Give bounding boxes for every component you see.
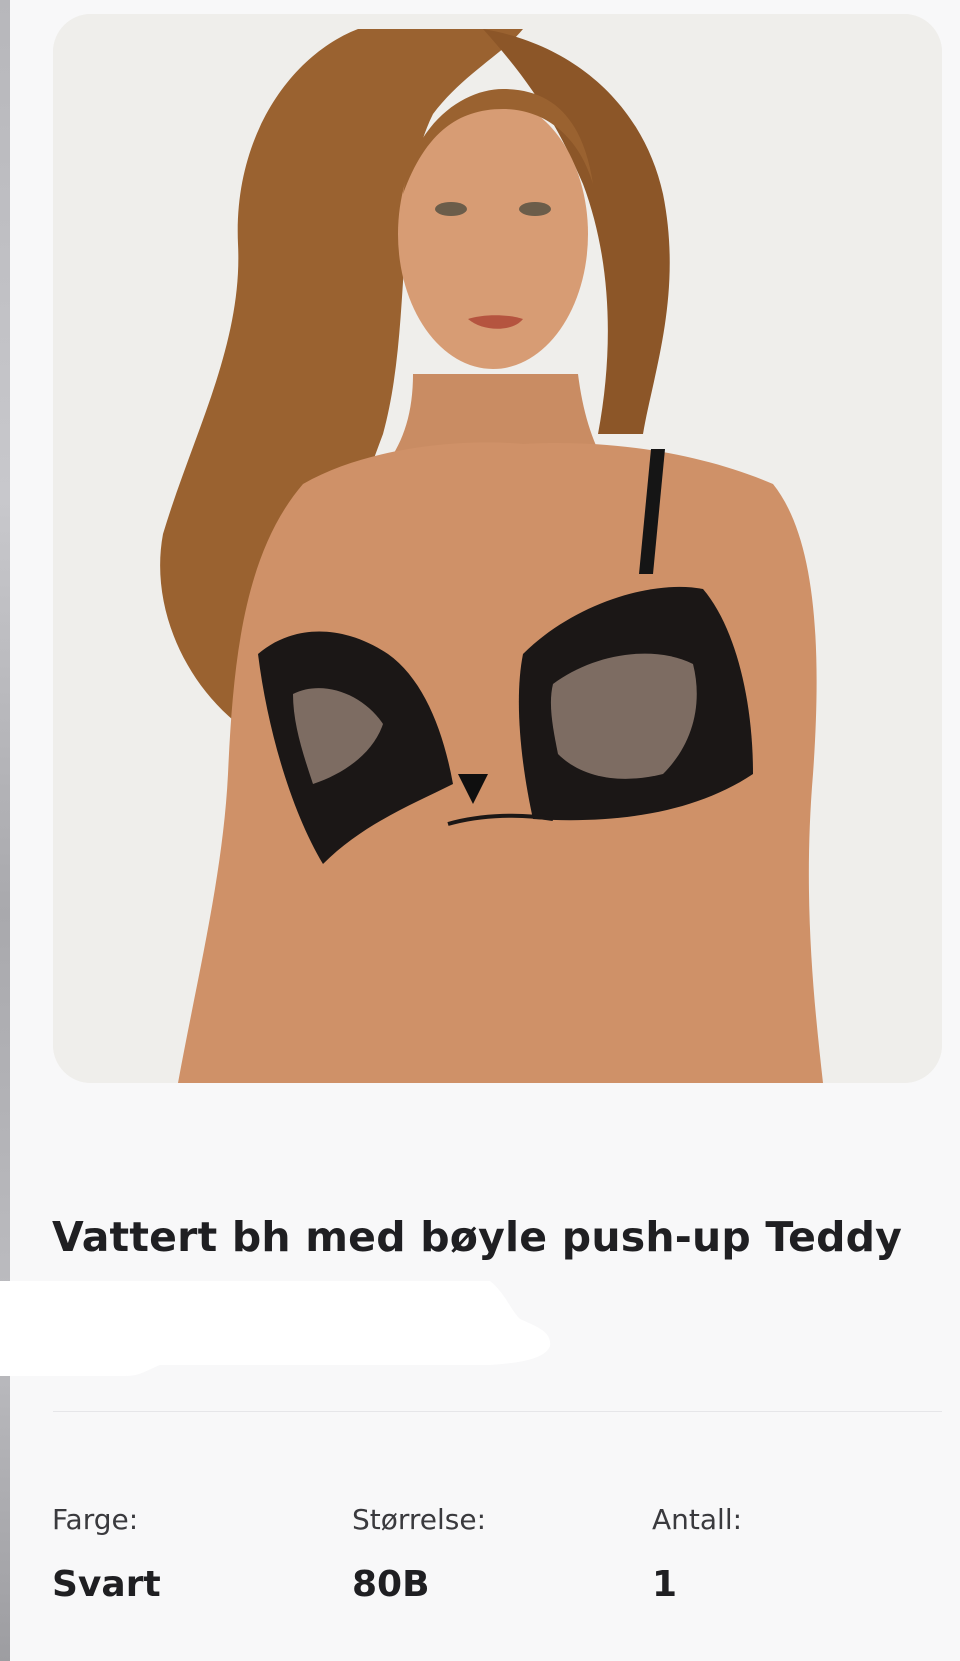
background-page-edge xyxy=(0,0,10,1661)
spec-quantity: Antall: 1 xyxy=(652,1503,742,1606)
spec-color-value: Svart xyxy=(52,1564,161,1605)
spec-color-label: Farge: xyxy=(52,1503,139,1536)
spec-color: Farge: Svart xyxy=(52,1503,161,1606)
spec-size: Størrelse: 80B xyxy=(352,1503,486,1606)
spec-quantity-value: 1 xyxy=(652,1564,678,1605)
spec-quantity-label: Antall: xyxy=(652,1503,743,1536)
product-photo-icon xyxy=(53,14,942,1083)
product-title: Vattert bh med bøyle push-up Teddy xyxy=(52,1213,903,1261)
product-image[interactable] xyxy=(53,14,942,1083)
spec-size-label: Størrelse: xyxy=(352,1503,487,1536)
redaction-mark xyxy=(0,1281,551,1376)
section-divider xyxy=(53,1411,942,1412)
spec-size-value: 80B xyxy=(352,1564,430,1605)
